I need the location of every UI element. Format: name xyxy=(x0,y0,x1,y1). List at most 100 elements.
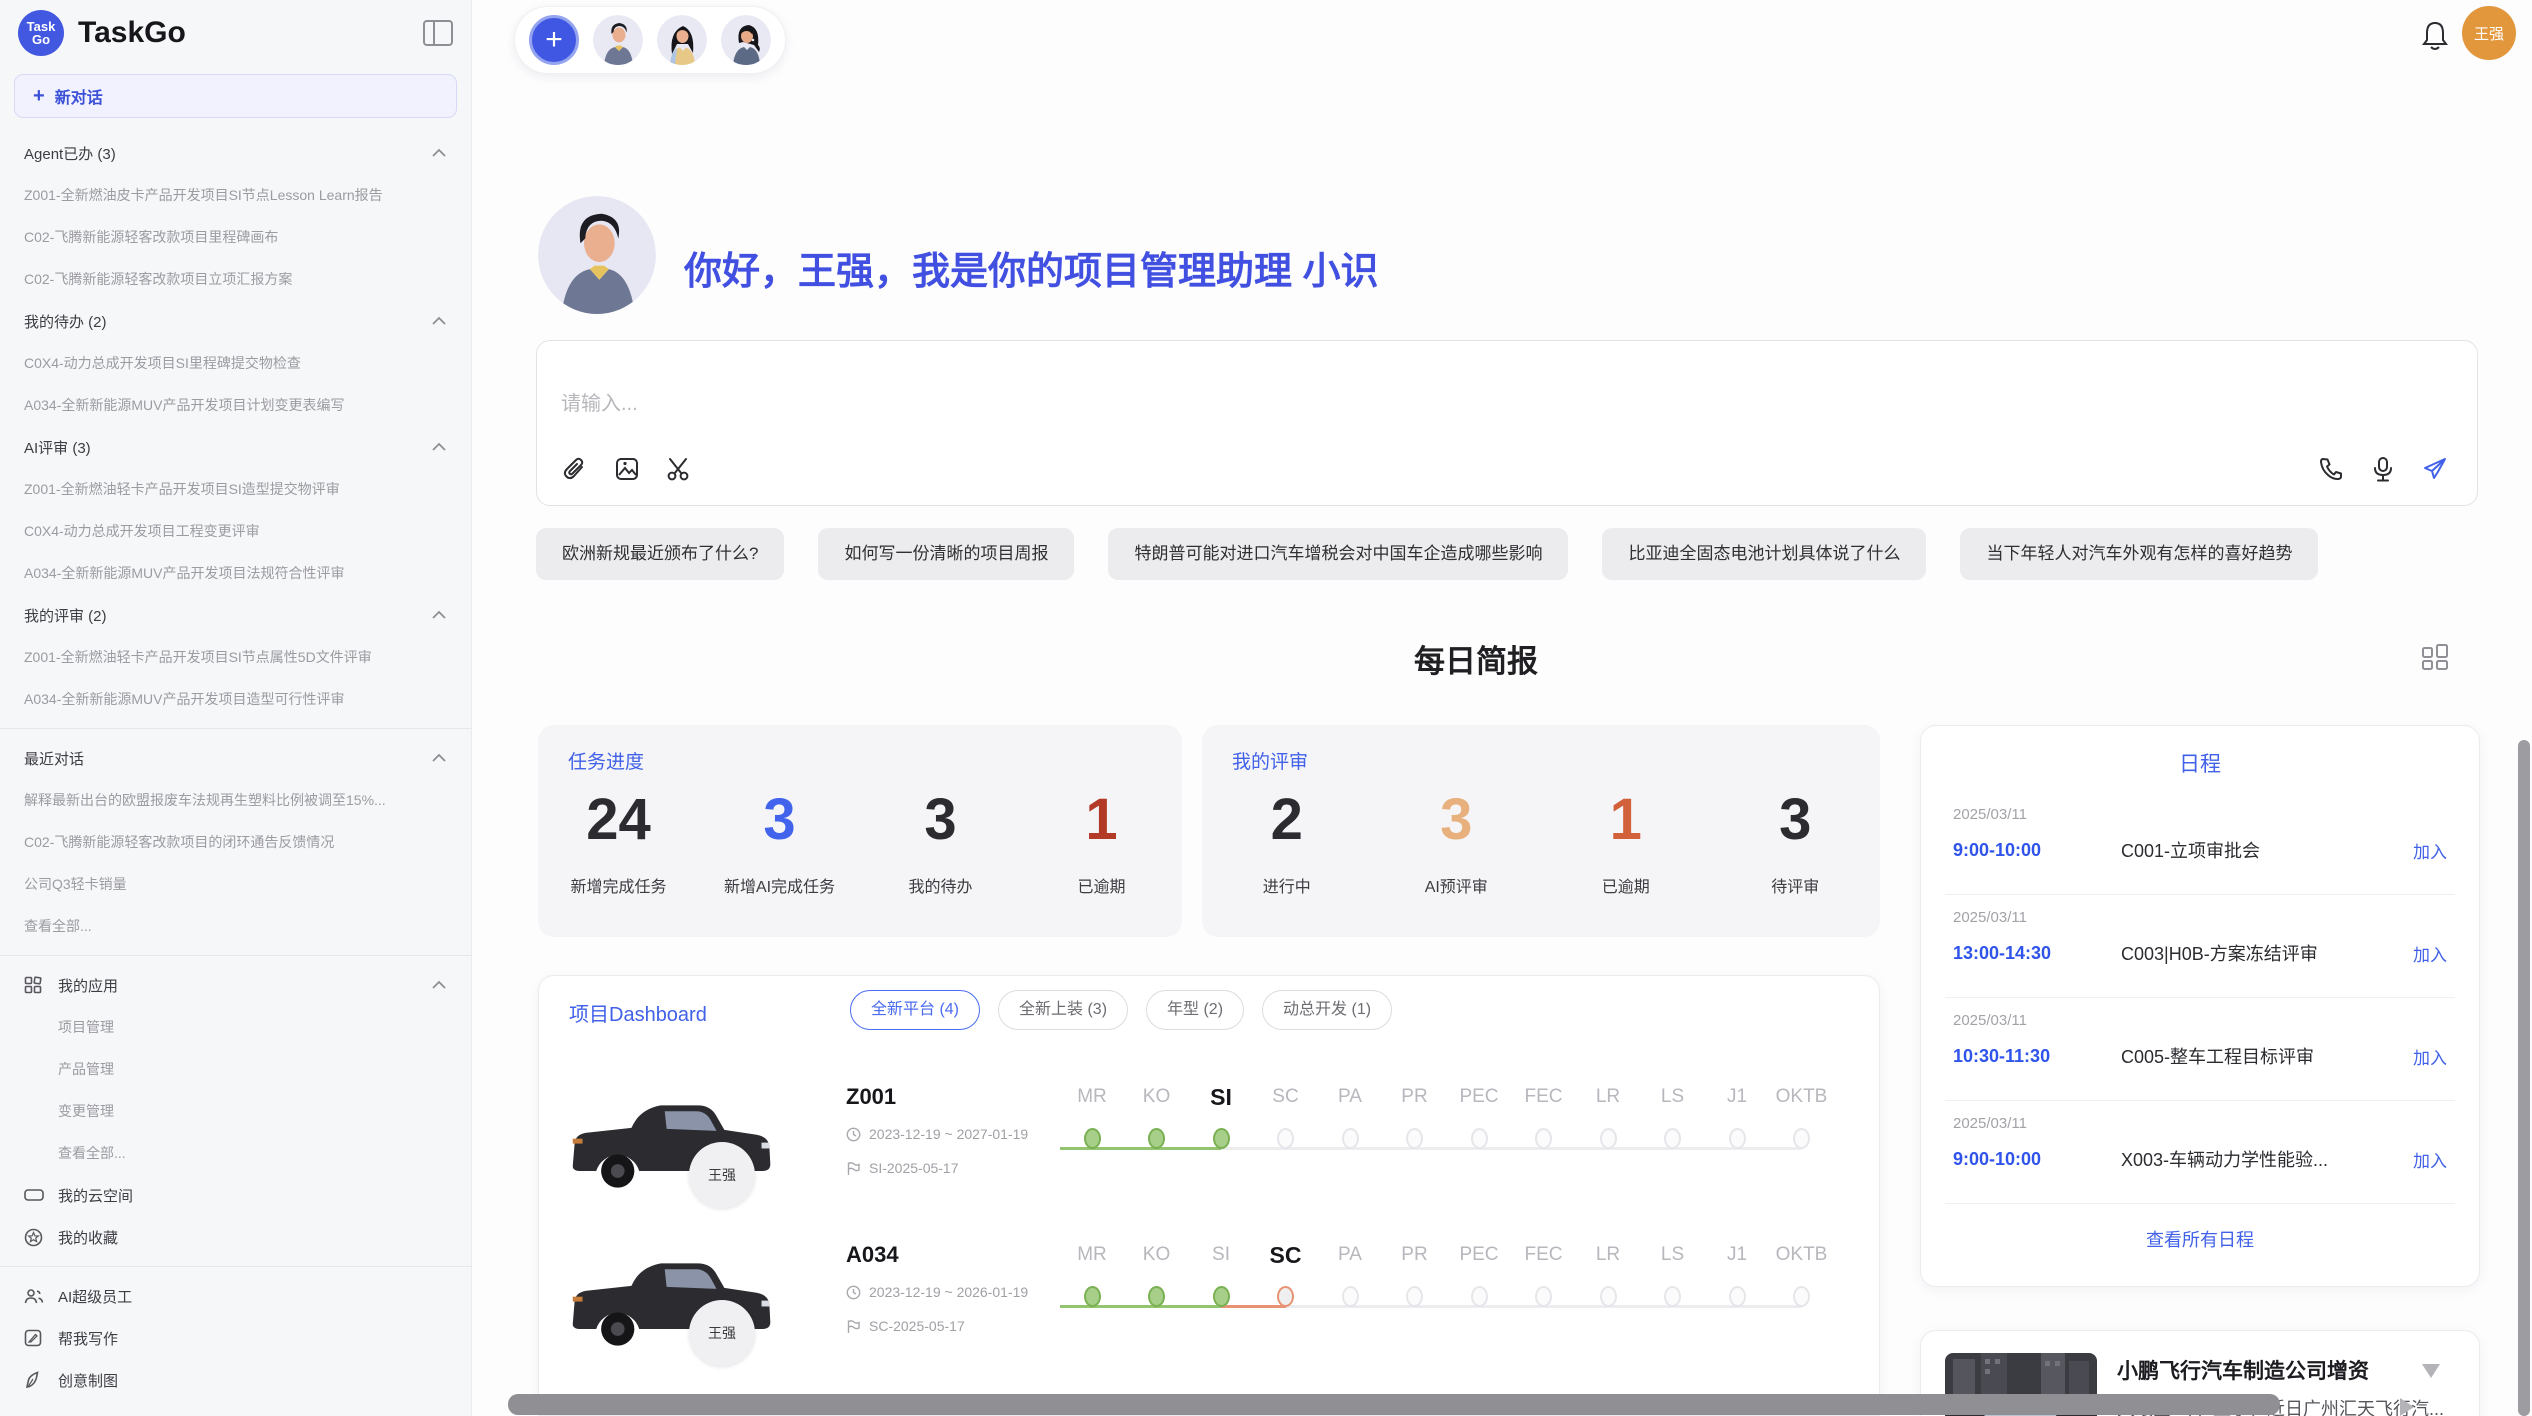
milestone-dot[interactable] xyxy=(1600,1128,1617,1149)
sidebar-item[interactable]: Z001-全新燃油皮卡产品开发项目SI节点Lesson Learn报告 xyxy=(0,174,471,216)
agent-avatar-1[interactable] xyxy=(593,15,643,65)
sidebar-item-cloud[interactable]: 我的云空间 xyxy=(0,1174,471,1216)
milestone-dot[interactable] xyxy=(1342,1286,1359,1307)
sidebar-item[interactable]: A034-全新新能源MUV产品开发项目法规符合性评审 xyxy=(0,552,471,594)
milestone-dot[interactable] xyxy=(1213,1128,1230,1149)
recent-conversation-item[interactable]: 公司Q3轻卡销量 xyxy=(0,863,471,905)
image-icon[interactable] xyxy=(613,455,641,483)
sidebar-tool-pen[interactable]: 创意制图 xyxy=(0,1359,471,1401)
milestone-dot[interactable] xyxy=(1277,1286,1294,1307)
chevron-up-icon[interactable] xyxy=(431,753,447,763)
milestone-dot[interactable] xyxy=(1213,1286,1230,1307)
app-sub-item[interactable]: 产品管理 xyxy=(0,1048,471,1090)
sidebar: Task Go TaskGo + 新对话 Agent已办 (3)Z001-全新燃… xyxy=(0,0,472,1416)
project-row: 王强A0342023-12-19 ~ 2026-01-19SC-2025-05-… xyxy=(539,1234,1879,1392)
vertical-scrollbar[interactable] xyxy=(2518,740,2530,1416)
horizontal-scrollbar[interactable] xyxy=(508,1394,2280,1415)
project-range-text: 2023-12-19 ~ 2027-01-19 xyxy=(869,1126,1028,1142)
suggestion-chip[interactable]: 特朗普可能对进口汽车增税会对中国车企造成哪些影响 xyxy=(1108,528,1568,580)
user-avatar[interactable]: 王强 xyxy=(2462,6,2516,60)
chat-input[interactable] xyxy=(561,393,2061,416)
dashboard-tab[interactable]: 全新上装 (3) xyxy=(998,990,1128,1030)
sidebar-item[interactable]: C0X4-动力总成开发项目工程变更评审 xyxy=(0,510,471,552)
agent-avatar-3[interactable] xyxy=(721,15,771,65)
scroll-right-arrow-icon[interactable] xyxy=(2400,1398,2414,1416)
milestone-dot[interactable] xyxy=(1793,1128,1810,1149)
milestone-dot[interactable] xyxy=(1600,1286,1617,1307)
sidebar-item[interactable]: C02-飞腾新能源轻客改款项目里程碑画布 xyxy=(0,216,471,258)
milestone-dot[interactable] xyxy=(1729,1286,1746,1307)
dashboard-tab[interactable]: 年型 (2) xyxy=(1146,990,1244,1030)
milestone-dot[interactable] xyxy=(1406,1128,1423,1149)
milestone-dot[interactable] xyxy=(1535,1286,1552,1307)
recent-conversation-item[interactable]: 解释最新出台的欧盟报废车法规再生塑料比例被调至15%... xyxy=(0,779,471,821)
sidebar-item[interactable]: Z001-全新燃油轻卡产品开发项目SI造型提交物评审 xyxy=(0,468,471,510)
milestone-dot[interactable] xyxy=(1793,1286,1810,1307)
milestone-dot[interactable] xyxy=(1342,1128,1359,1149)
sidebar-item[interactable]: Z001-全新燃油轻卡产品开发项目SI节点属性5D文件评审 xyxy=(0,636,471,678)
join-link[interactable]: 加入 xyxy=(2413,1147,2447,1172)
chevron-up-icon[interactable] xyxy=(431,980,447,990)
chevron-up-icon[interactable] xyxy=(431,442,447,452)
milestone-dot[interactable] xyxy=(1664,1286,1681,1307)
schedule-name: X003-车辆动力学性能验... xyxy=(2121,1146,2413,1172)
milestone-label: PEC xyxy=(1447,1238,1511,1272)
milestone-dot[interactable] xyxy=(1084,1128,1101,1149)
new-chat-button[interactable]: + 新对话 xyxy=(14,74,457,118)
sidebar-collapse-icon[interactable] xyxy=(423,20,453,46)
milestone-dot[interactable] xyxy=(1277,1128,1294,1149)
add-agent-button[interactable]: + xyxy=(529,15,579,65)
sidebar-item[interactable]: A034-全新新能源MUV产品开发项目造型可行性评审 xyxy=(0,678,471,720)
clock-icon xyxy=(846,1285,861,1300)
send-icon[interactable] xyxy=(2421,455,2449,483)
scroll-down-arrow-icon[interactable] xyxy=(2422,1364,2440,1378)
app-sub-item[interactable]: 查看全部... xyxy=(0,1132,471,1174)
suggestion-chip[interactable]: 当下年轻人对汽车外观有怎样的喜好趋势 xyxy=(1960,528,2318,580)
milestone-dot[interactable] xyxy=(1471,1128,1488,1149)
agent-avatar-2[interactable] xyxy=(657,15,707,65)
milestone-dot[interactable] xyxy=(1471,1286,1488,1307)
join-link[interactable]: 加入 xyxy=(2413,1044,2447,1069)
notification-bell-icon[interactable] xyxy=(2420,20,2450,52)
attachment-icon[interactable] xyxy=(561,455,589,483)
sidebar-item-my-apps[interactable]: 我的应用 xyxy=(0,964,471,1006)
phone-call-icon[interactable] xyxy=(2317,455,2345,483)
milestone-dot[interactable] xyxy=(1664,1128,1681,1149)
milestone-dot[interactable] xyxy=(1148,1286,1165,1307)
join-link[interactable]: 加入 xyxy=(2413,838,2447,863)
sidebar-tool-label: 帮我写作 xyxy=(58,1328,447,1349)
sidebar-item-star[interactable]: 我的收藏 xyxy=(0,1216,471,1258)
app-sub-item[interactable]: 变更管理 xyxy=(0,1090,471,1132)
sidebar-tool-people[interactable]: AI超级员工 xyxy=(0,1275,471,1317)
milestone-segment xyxy=(1544,1147,1609,1150)
milestone-dot[interactable] xyxy=(1148,1128,1165,1149)
milestone-dot[interactable] xyxy=(1535,1128,1552,1149)
chevron-up-icon[interactable] xyxy=(431,316,447,326)
sidebar-tool-write[interactable]: 帮我写作 xyxy=(0,1317,471,1359)
dashboard-tab[interactable]: 全新平台 (4) xyxy=(850,990,980,1030)
recent-conversation-item[interactable]: C02-飞腾新能源轻客改款项目的闭环通告反馈情况 xyxy=(0,821,471,863)
chevron-up-icon[interactable] xyxy=(431,148,447,158)
suggestion-chip[interactable]: 如何写一份清晰的项目周报 xyxy=(818,528,1074,580)
chevron-up-icon[interactable] xyxy=(431,610,447,620)
sidebar-item[interactable]: A034-全新新能源MUV产品开发项目计划变更表编写 xyxy=(0,384,471,426)
milestone-dot[interactable] xyxy=(1084,1286,1101,1307)
suggestion-chip[interactable]: 比亚迪全固态电池计划具体说了什么 xyxy=(1602,528,1926,580)
milestone-dot[interactable] xyxy=(1406,1286,1423,1307)
schedule-list: 2025/03/119:00-10:00C001-立项审批会加入2025/03/… xyxy=(1921,792,2479,1204)
milestone-dot[interactable] xyxy=(1729,1128,1746,1149)
app-sub-item[interactable]: 项目管理 xyxy=(0,1006,471,1048)
view-all-schedule-link[interactable]: 查看所有日程 xyxy=(1921,1226,2479,1252)
microphone-icon[interactable] xyxy=(2369,455,2397,483)
briefing-layout-icon[interactable] xyxy=(2420,642,2450,672)
dashboard-tab[interactable]: 动总开发 (1) xyxy=(1262,990,1392,1030)
milestone-column: FEC xyxy=(1512,1238,1576,1307)
stat-column: 1已逾期 xyxy=(1021,783,1182,897)
sidebar-item[interactable]: C0X4-动力总成开发项目SI里程碑提交物检查 xyxy=(0,342,471,384)
sidebar-section-title: 我的待办 (2) xyxy=(24,311,431,332)
recent-conversation-item[interactable]: 查看全部... xyxy=(0,905,471,947)
sidebar-item[interactable]: C02-飞腾新能源轻客改款项目立项汇报方案 xyxy=(0,258,471,300)
suggestion-chip[interactable]: 欧洲新规最近颁布了什么? xyxy=(536,528,784,580)
join-link[interactable]: 加入 xyxy=(2413,941,2447,966)
scissors-icon[interactable] xyxy=(665,455,693,483)
